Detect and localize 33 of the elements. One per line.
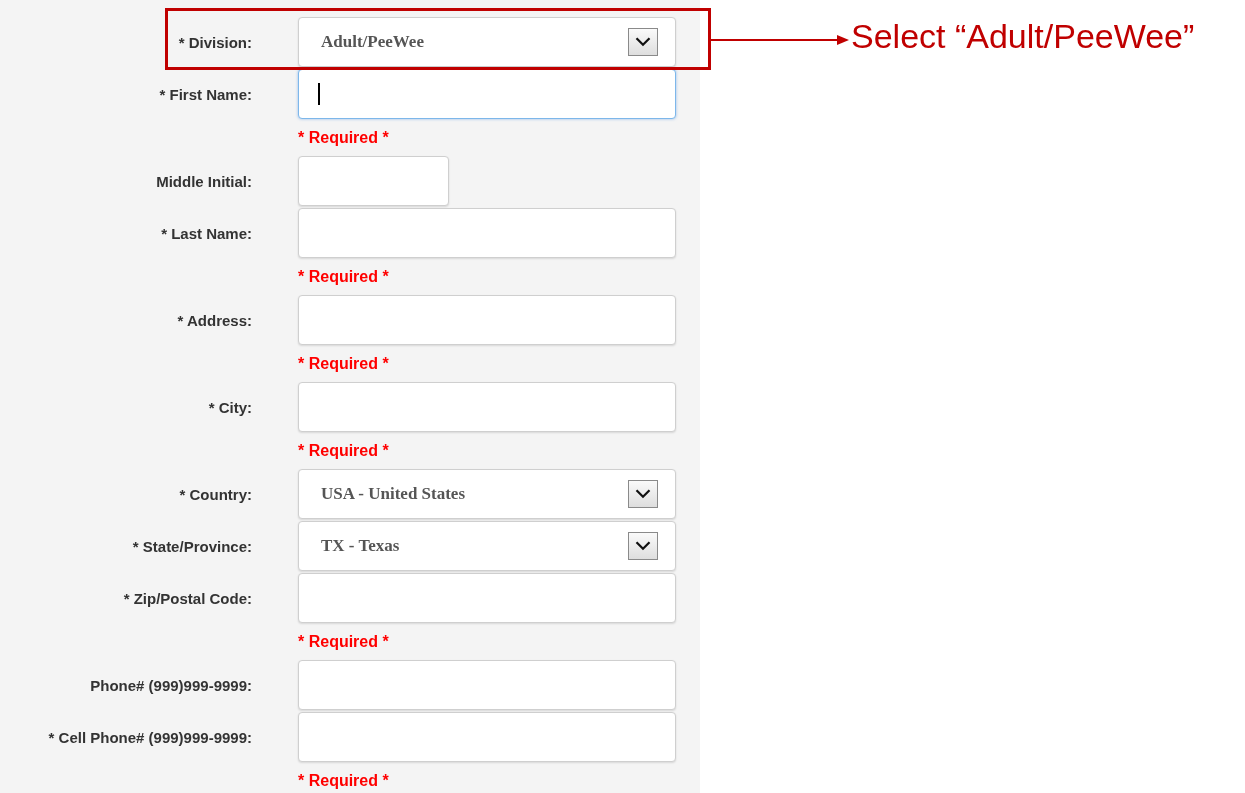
required-message: * Required * [298, 632, 389, 651]
required-message: * Required * [298, 267, 389, 286]
input-field[interactable] [298, 156, 449, 206]
callout-text: Select “Adult/PeeWee” [851, 17, 1195, 56]
field-label: Middle Initial: [156, 172, 252, 190]
input-field[interactable] [298, 573, 676, 623]
input-field[interactable] [298, 660, 676, 710]
input-field[interactable] [298, 295, 676, 345]
dropdown[interactable]: USA - United States [298, 469, 676, 519]
dropdown[interactable]: Adult/PeeWee [298, 17, 676, 67]
field-label: * Cell Phone# (999)999-9999: [48, 728, 252, 746]
field-label: * State/Province: [132, 537, 252, 555]
dropdown[interactable]: TX - Texas [298, 521, 676, 571]
field-label: * Address: [177, 311, 252, 329]
text-cursor-icon [318, 83, 320, 105]
field-label: * Country: [179, 485, 252, 503]
field-label: * First Name: [159, 85, 252, 103]
chevron-down-icon[interactable] [628, 532, 658, 560]
required-message: * Required * [298, 354, 389, 373]
chevron-down-icon[interactable] [628, 480, 658, 508]
field-label: * City: [208, 398, 252, 416]
field-label: Phone# (999)999-9999: [90, 676, 252, 694]
input-field[interactable] [298, 69, 676, 119]
required-message: * Required * [298, 771, 389, 790]
field-label: * Zip/Postal Code: [123, 589, 252, 607]
input-field[interactable] [298, 712, 676, 762]
field-label: * Last Name: [161, 224, 252, 242]
input-field[interactable] [298, 382, 676, 432]
input-field[interactable] [298, 208, 676, 258]
required-message: * Required * [298, 441, 389, 460]
field-label: * Division: [178, 33, 252, 51]
required-message: * Required * [298, 128, 389, 147]
chevron-down-icon[interactable] [628, 28, 658, 56]
